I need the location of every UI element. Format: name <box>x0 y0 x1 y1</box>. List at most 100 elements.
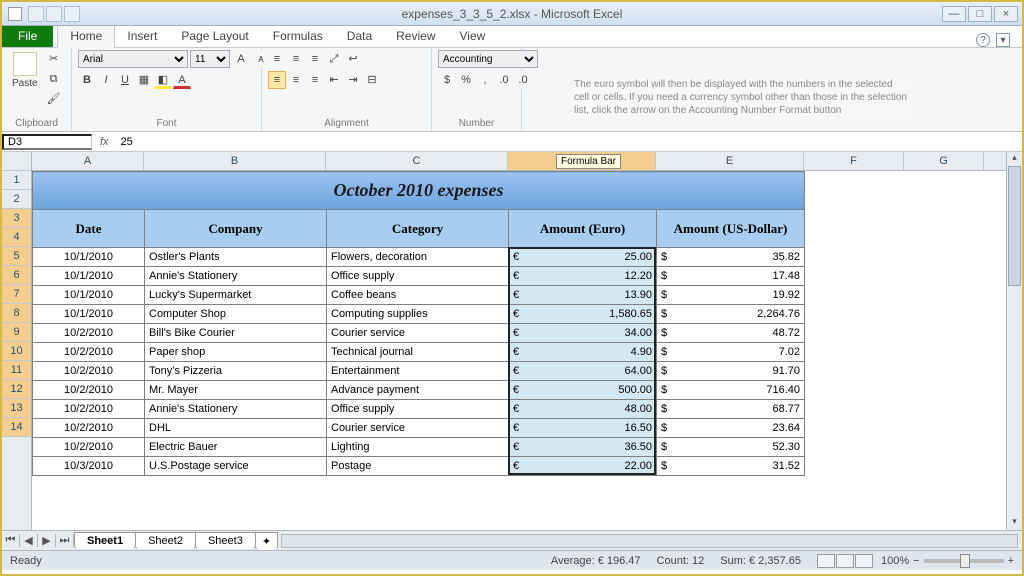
table-row[interactable]: 10/2/2010Mr. MayerAdvance payment€500.00… <box>33 381 805 400</box>
fx-icon[interactable]: fx <box>92 136 117 148</box>
font-name-select[interactable]: Arial <box>78 50 188 68</box>
header-category[interactable]: Category <box>327 210 509 248</box>
sheet-nav-first-icon[interactable]: ⏮ <box>2 534 20 547</box>
table-row[interactable]: 10/2/2010Bill's Bike CourierCourier serv… <box>33 324 805 343</box>
copy-icon[interactable]: ⧉ <box>45 70 63 88</box>
percent-icon[interactable]: % <box>457 71 475 89</box>
maximize-button[interactable]: □ <box>968 6 992 22</box>
border-icon[interactable]: ▦ <box>135 71 153 89</box>
sheet-nav-last-icon[interactable]: ⏭ <box>56 534 74 547</box>
horizontal-scrollbar[interactable] <box>281 534 1018 548</box>
tab-home[interactable]: Home <box>57 24 115 48</box>
align-top-icon[interactable]: ≡ <box>268 50 286 68</box>
window-title: expenses_3_3_5_2.xlsx - Microsoft Excel <box>402 7 623 21</box>
tab-page-layout[interactable]: Page Layout <box>169 25 260 47</box>
row-headers[interactable]: 12 34567891011121314 <box>2 152 32 530</box>
wrap-text-icon[interactable]: ↩ <box>344 50 362 68</box>
font-size-select[interactable]: 11 <box>190 50 230 68</box>
table-row[interactable]: 10/2/2010Tony's PizzeriaEntertainment€64… <box>33 362 805 381</box>
table-row[interactable]: 10/3/2010U.S.Postage servicePostage€22.0… <box>33 457 805 476</box>
italic-button[interactable]: I <box>97 71 115 89</box>
sheet-tab-3[interactable]: Sheet3 <box>195 532 256 549</box>
sheet-title[interactable]: October 2010 expenses <box>33 172 805 210</box>
align-center-icon[interactable]: ≡ <box>287 71 305 89</box>
decrease-indent-icon[interactable]: ⇤ <box>325 71 343 89</box>
accounting-format-icon[interactable]: $ <box>438 71 456 89</box>
table-row[interactable]: 10/2/2010Electric BauerLighting€36.50$52… <box>33 438 805 457</box>
view-page-layout-icon[interactable] <box>836 554 854 568</box>
view-page-break-icon[interactable] <box>855 554 873 568</box>
comma-icon[interactable]: , <box>476 71 494 89</box>
tab-data[interactable]: Data <box>335 25 384 47</box>
paste-button[interactable]: Paste <box>8 50 42 91</box>
tab-formulas[interactable]: Formulas <box>261 25 335 47</box>
zoom-slider[interactable] <box>924 559 1004 563</box>
zoom-out-icon[interactable]: − <box>913 555 919 567</box>
zoom-in-icon[interactable]: + <box>1008 555 1014 567</box>
number-format-select[interactable]: Accounting <box>438 50 538 68</box>
orientation-icon[interactable]: ⤢ <box>325 50 343 68</box>
file-tab[interactable]: File <box>2 25 53 47</box>
header-usd[interactable]: Amount (US-Dollar) <box>657 210 805 248</box>
minimize-ribbon-icon[interactable]: ▾ <box>996 33 1010 47</box>
cut-icon[interactable]: ✂ <box>45 50 63 68</box>
ribbon-tabs: File Home Insert Page Layout Formulas Da… <box>2 26 1022 48</box>
vertical-scrollbar[interactable]: ▴ ▾ <box>1006 152 1022 530</box>
scroll-up-icon[interactable]: ▴ <box>1007 152 1022 166</box>
status-average: Average: € 196.47 <box>551 555 641 567</box>
table-row[interactable]: 10/2/2010Annie's StationeryOffice supply… <box>33 400 805 419</box>
qat-redo-icon[interactable] <box>64 6 80 22</box>
decrease-decimal-icon[interactable]: .0 <box>514 71 532 89</box>
qat-undo-icon[interactable] <box>46 6 62 22</box>
table-row[interactable]: 10/1/2010Annie's StationeryOffice supply… <box>33 267 805 286</box>
align-bottom-icon[interactable]: ≡ <box>306 50 324 68</box>
tab-insert[interactable]: Insert <box>115 25 169 47</box>
font-color-icon[interactable]: A <box>173 71 191 89</box>
format-painter-icon[interactable]: 🖌 <box>45 90 63 108</box>
status-sum: Sum: € 2,357.65 <box>720 555 801 567</box>
close-button[interactable]: × <box>994 6 1018 22</box>
tab-review[interactable]: Review <box>384 25 447 47</box>
view-normal-icon[interactable] <box>817 554 835 568</box>
fill-color-icon[interactable]: ◧ <box>154 71 172 89</box>
column-headers[interactable]: ABCDEFG <box>32 152 1006 171</box>
zoom-level[interactable]: 100% <box>881 555 909 567</box>
header-euro[interactable]: Amount (Euro) <box>509 210 657 248</box>
number-group-label: Number <box>438 116 515 131</box>
table-row[interactable]: 10/2/2010DHLCourier service€16.50$23.64 <box>33 419 805 438</box>
header-date[interactable]: Date <box>33 210 145 248</box>
new-sheet-icon[interactable]: ✦ <box>255 532 278 550</box>
formula-bar-tooltip: Formula Bar <box>556 154 621 169</box>
header-company[interactable]: Company <box>145 210 327 248</box>
sheet-tab-1[interactable]: Sheet1 <box>74 532 136 549</box>
table-row[interactable]: 10/1/2010Lucky's SupermarketCoffee beans… <box>33 286 805 305</box>
minimize-button[interactable]: — <box>942 6 966 22</box>
tab-view[interactable]: View <box>448 25 498 47</box>
table-row[interactable]: 10/2/2010Paper shopTechnical journal€4.9… <box>33 343 805 362</box>
ribbon: Paste ✂ ⧉ 🖌 Clipboard Arial 11 A ᴀ B I U… <box>2 48 1022 132</box>
align-left-icon[interactable]: ≡ <box>268 71 286 89</box>
bold-button[interactable]: B <box>78 71 96 89</box>
increase-decimal-icon[interactable]: .0 <box>495 71 513 89</box>
name-box[interactable] <box>2 134 92 150</box>
merge-icon[interactable]: ⊟ <box>363 71 381 89</box>
sheet-tabs-row: ⏮ ◀ ▶ ⏭ Sheet1 Sheet2 Sheet3 ✦ <box>2 530 1022 550</box>
table-row[interactable]: 10/1/2010Ostler's PlantsFlowers, decorat… <box>33 248 805 267</box>
sheet-tab-2[interactable]: Sheet2 <box>135 532 196 549</box>
align-middle-icon[interactable]: ≡ <box>287 50 305 68</box>
align-right-icon[interactable]: ≡ <box>306 71 324 89</box>
grow-font-icon[interactable]: A <box>232 50 250 68</box>
status-ready: Ready <box>10 555 42 567</box>
font-group-label: Font <box>78 116 255 131</box>
increase-indent-icon[interactable]: ⇥ <box>344 71 362 89</box>
help-icon[interactable]: ? <box>976 33 990 47</box>
sheet-nav-next-icon[interactable]: ▶ <box>38 534 56 547</box>
cells-grid[interactable]: October 2010 expenses Date Company Categ… <box>32 171 1006 530</box>
underline-button[interactable]: U <box>116 71 134 89</box>
formula-input[interactable] <box>117 136 1022 148</box>
qat-save-icon[interactable] <box>28 6 44 22</box>
scroll-down-icon[interactable]: ▾ <box>1007 516 1022 530</box>
scroll-thumb[interactable] <box>1008 166 1021 286</box>
table-row[interactable]: 10/1/2010Computer ShopComputing supplies… <box>33 305 805 324</box>
sheet-nav-prev-icon[interactable]: ◀ <box>20 534 38 547</box>
